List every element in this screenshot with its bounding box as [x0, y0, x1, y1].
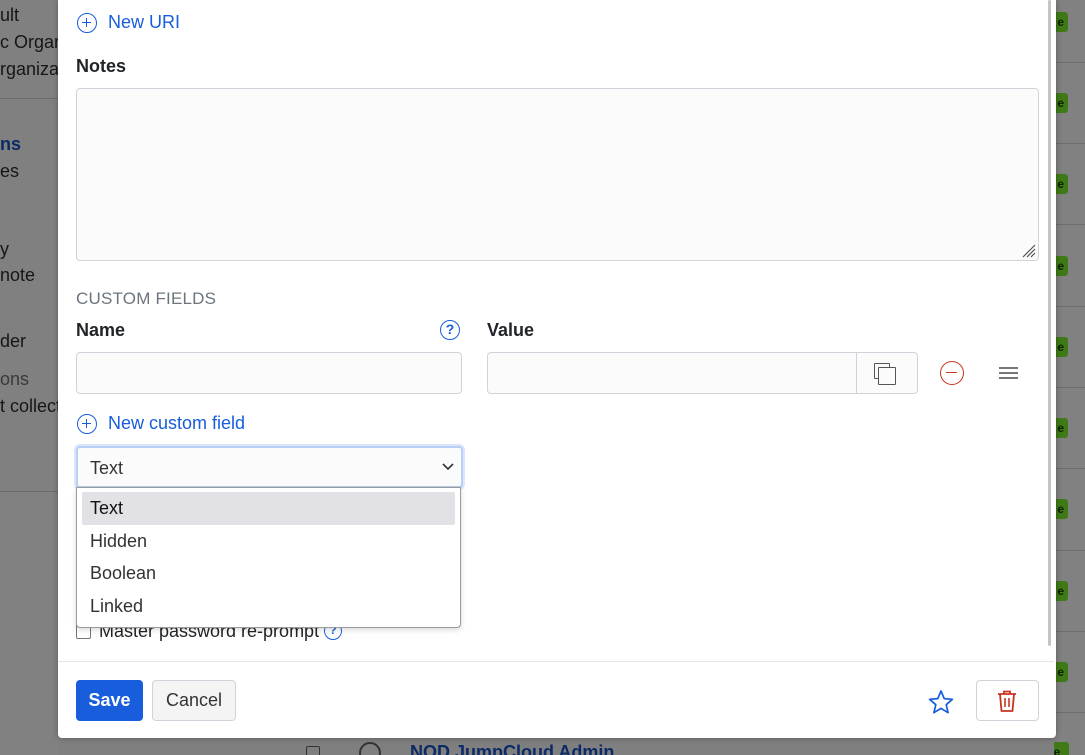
background-item-link: NOD JumpCloud Admin: [410, 742, 615, 755]
plus-circle-icon: [77, 12, 97, 33]
background-row-divider: [1054, 306, 1085, 307]
new-uri-link[interactable]: New URI: [77, 12, 180, 33]
notes-label: Notes: [76, 56, 127, 76]
background-row-divider: [1054, 143, 1085, 144]
custom-field-value-label: Value: [487, 320, 535, 340]
background-row-checkbox: [306, 746, 320, 755]
copy-value-button[interactable]: [856, 352, 918, 394]
field-type-select[interactable]: Text: [76, 446, 463, 488]
background-sidebar-item: note: [0, 265, 36, 285]
plus-circle-icon: [77, 413, 97, 434]
background-sidebar: ult c Organ rganizat ns es y note der on…: [0, 0, 58, 755]
chevron-down-icon: [442, 463, 454, 471]
notes-textarea[interactable]: [76, 88, 1039, 261]
drag-handle-icon[interactable]: [999, 366, 1018, 380]
background-row-divider: [1054, 224, 1085, 225]
background-row-divider: [1054, 468, 1085, 469]
background-divider: [0, 491, 58, 492]
background-sidebar-item: y: [0, 239, 9, 259]
field-type-selected: Text: [90, 458, 124, 478]
new-custom-field-link[interactable]: New custom field: [77, 413, 245, 434]
favorite-star-icon[interactable]: [928, 689, 954, 715]
dropdown-option-text[interactable]: Text: [82, 492, 455, 525]
dropdown-option-boolean[interactable]: Boolean: [82, 557, 455, 590]
custom-fields-heading: CUSTOM FIELDS: [76, 289, 217, 308]
background-row-divider: [1054, 387, 1085, 388]
background-row-divider: [1054, 712, 1085, 713]
dropdown-option-linked[interactable]: Linked: [82, 590, 455, 623]
trash-icon: [998, 690, 1016, 712]
background-divider: [0, 98, 58, 99]
new-custom-field-label: New custom field: [108, 413, 246, 433]
dialog-scrollbar[interactable]: [1046, 0, 1054, 646]
dialog-footer: Save Cancel: [58, 661, 1054, 738]
save-button[interactable]: Save: [76, 680, 143, 721]
new-uri-label: New URI: [108, 12, 181, 32]
remove-field-icon[interactable]: [940, 361, 964, 385]
background-sidebar-item: t collect: [0, 396, 58, 416]
background-sidebar-item: es: [0, 161, 20, 181]
background-row-divider: [1054, 550, 1085, 551]
copy-icon-front: [878, 367, 896, 385]
custom-field-name-label: Name: [76, 320, 126, 340]
background-sidebar-item: ons: [0, 369, 30, 389]
field-type-dropdown: Text Hidden Boolean Linked: [76, 487, 461, 628]
dropdown-option-hidden[interactable]: Hidden: [82, 525, 455, 558]
background-sidebar-item: c Organ: [0, 32, 58, 52]
background-row-divider: [1054, 62, 1085, 63]
resize-grip-icon[interactable]: [1020, 242, 1036, 258]
background-sidebar-item: rganizat: [0, 59, 58, 79]
background-list-row: NOD JumpCloud Admin: [58, 738, 1054, 755]
cancel-button[interactable]: Cancel: [152, 680, 236, 721]
background-sidebar-item: ult: [0, 5, 20, 25]
background-sidebar-item: der: [0, 331, 27, 351]
background-list-edge: [1054, 0, 1085, 755]
background-row-divider: [1054, 631, 1085, 632]
custom-field-name-input[interactable]: [76, 352, 462, 394]
scrollbar-thumb[interactable]: [1048, 0, 1051, 646]
delete-button[interactable]: [976, 680, 1039, 721]
background-sidebar-item: ns: [0, 134, 22, 154]
custom-field-value-input[interactable]: [487, 352, 857, 394]
help-icon[interactable]: ?: [440, 320, 460, 340]
globe-icon: [359, 742, 381, 755]
